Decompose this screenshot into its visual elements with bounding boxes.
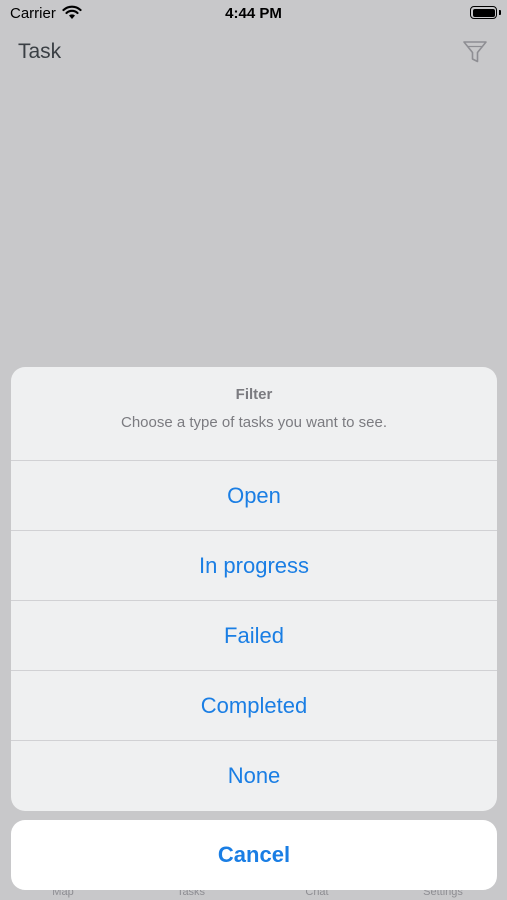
option-failed[interactable]: Failed bbox=[11, 601, 497, 671]
battery-cap bbox=[499, 10, 501, 15]
clock: 4:44 PM bbox=[225, 5, 282, 22]
option-in-progress[interactable]: In progress bbox=[11, 531, 497, 601]
option-open[interactable]: Open bbox=[11, 461, 497, 531]
page-title: Task bbox=[18, 40, 62, 63]
filter-icon bbox=[461, 41, 489, 70]
filter-action-sheet: Filter Choose a type of tasks you want t… bbox=[11, 367, 497, 811]
sheet-title: Filter bbox=[235, 386, 273, 403]
status-bar: Carrier 4:44 PM bbox=[0, 0, 507, 28]
option-none[interactable]: None bbox=[11, 741, 497, 811]
battery-icon bbox=[470, 6, 497, 19]
sheet-header: Filter Choose a type of tasks you want t… bbox=[11, 367, 497, 461]
option-completed[interactable]: Completed bbox=[11, 671, 497, 741]
filter-button[interactable] bbox=[461, 38, 489, 66]
cancel-button[interactable]: Cancel bbox=[11, 820, 497, 890]
sheet-message: Choose a type of tasks you want to see. bbox=[121, 414, 387, 431]
